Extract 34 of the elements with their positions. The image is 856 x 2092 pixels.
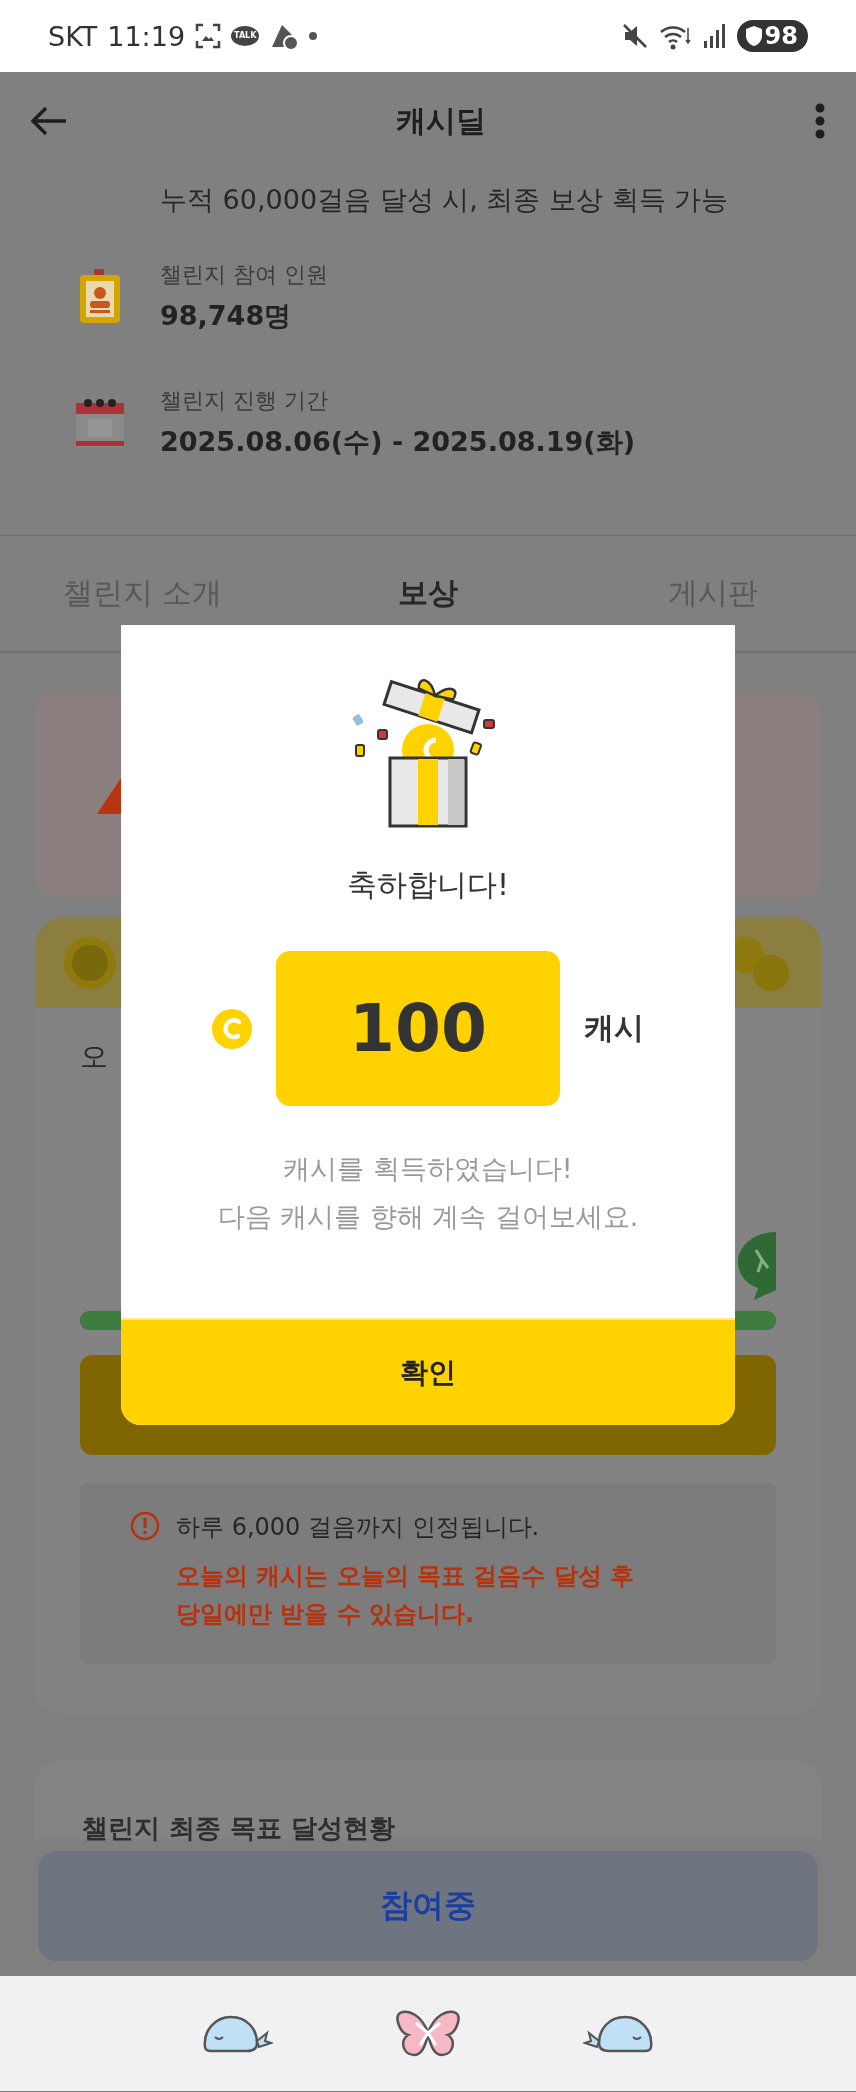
- stat-label: 챌린지 참여 인원: [160, 261, 328, 289]
- chat-app-icon: TALK: [231, 26, 260, 46]
- calendar-icon: [74, 397, 126, 449]
- join-status-button[interactable]: 참여중: [38, 1850, 818, 1961]
- mute-icon: [620, 22, 649, 50]
- battery-indicator: 98: [736, 20, 808, 52]
- id-badge-icon: [78, 269, 122, 325]
- alert-circle-icon: [130, 1511, 160, 1541]
- tab[interactable]: 보상: [285, 563, 571, 624]
- dot-icon: [309, 32, 318, 40]
- reward-message: 다음 캐시를 향해 계속 걸어보세요.: [217, 1200, 639, 1234]
- more-menu-icon[interactable]: [814, 103, 826, 139]
- stat-value: 98,748명: [160, 299, 293, 333]
- page-title: 캐시딜: [396, 101, 486, 140]
- confirm-button[interactable]: 확인: [121, 1318, 735, 1425]
- screenshot-icon: [195, 23, 222, 49]
- warning-triangle-icon: [97, 777, 121, 814]
- congratulations-heading: 축하합니다!: [347, 866, 509, 904]
- goal-description: 누적 60,000걸음 달성 시, 최종 보상 획득 가능: [160, 183, 730, 217]
- stat-value: 2025.08.06(수) - 2025.08.19(화): [160, 425, 635, 459]
- warning-text: 오늘의 캐시는 오늘의 목표 걸음수 달성 후 당일에만 받을 수 있습니다.: [176, 1561, 636, 1631]
- coin-icon: [212, 1008, 252, 1049]
- notice-text: 하루 6,000 걸음까지 인정됩니다.: [176, 1512, 541, 1543]
- back-arrow-icon[interactable]: [30, 105, 68, 137]
- carrier-name: SKT: [48, 20, 98, 52]
- cash-unit: 캐시: [584, 1009, 644, 1047]
- card-title: 챌린지 최종 목표 달성현황: [82, 1812, 396, 1843]
- stat-label: 챌린지 진행 기간: [160, 387, 329, 415]
- signal-icon: [702, 23, 727, 49]
- card-title: 오: [80, 1039, 108, 1070]
- reward-message: 캐시를 획득하였습니다!: [283, 1152, 573, 1186]
- clock-time: 11:19: [107, 20, 186, 52]
- cash-amount: 100: [276, 951, 560, 1106]
- shield-icon: [744, 25, 763, 47]
